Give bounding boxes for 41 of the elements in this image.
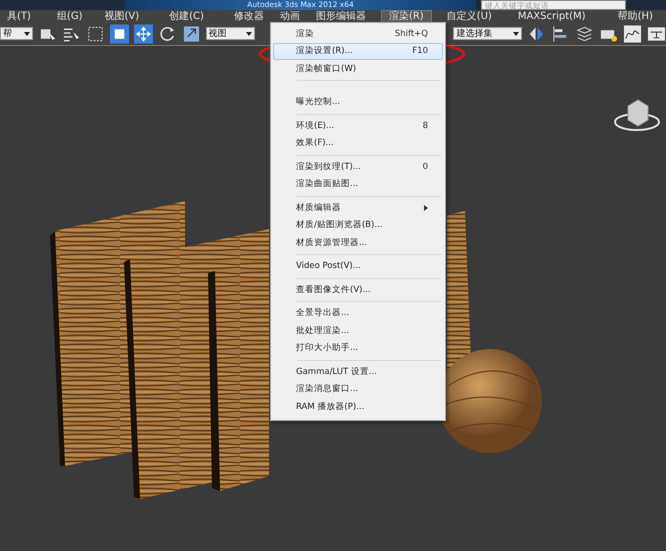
menu-item[interactable]: 具(T) — [0, 10, 38, 22]
dropdown-arrow-icon — [24, 32, 30, 36]
menu-item[interactable]: 材质编辑器 — [273, 199, 443, 216]
menu-item[interactable]: 创建(C) — [162, 10, 211, 22]
menu-item[interactable]: 渲染消息窗口... — [273, 380, 443, 398]
window-crossing-icon[interactable] — [110, 24, 129, 44]
menu-item[interactable]: Video Post(V)... — [273, 258, 443, 275]
menu-item[interactable]: 帮助(H) — [610, 10, 660, 22]
menu-item[interactable]: 组(G) — [50, 10, 90, 22]
layer-dropdown[interactable]: 帮 — [0, 27, 33, 40]
menu-item[interactable]: 曝光控制... — [273, 94, 443, 111]
menu-item[interactable]: 查看图像文件(V)... — [273, 281, 443, 298]
scale-icon[interactable] — [182, 24, 201, 44]
menu-item[interactable]: 渲染帧窗口(W) — [273, 60, 443, 78]
menu-item[interactable]: 自定义(U) — [440, 10, 499, 22]
menu-item[interactable]: 渲染曲面贴图... — [273, 176, 443, 193]
dropdown-arrow-icon — [246, 32, 252, 36]
move-icon[interactable] — [134, 24, 153, 44]
dropdown-arrow-icon — [513, 32, 520, 36]
menu-item[interactable]: RAM 播放器(P)... — [273, 398, 443, 416]
menu-item[interactable]: 修改器 — [226, 10, 271, 22]
named-selection-dropdown[interactable]: 建选择集 — [453, 27, 522, 40]
menu-item[interactable]: Gamma/LUT 设置... — [273, 363, 443, 380]
menu-item[interactable]: 渲染 Shift+Q — [273, 25, 443, 42]
menu-item[interactable]: 图形编辑器 — [308, 10, 373, 22]
menu-item[interactable]: 材质/贴图浏览器(B)... — [273, 216, 443, 234]
menu-item[interactable]: 渲染(R) — [380, 10, 432, 22]
menu-item[interactable]: 材质资源管理器... — [273, 234, 443, 252]
curve-editor-icon[interactable] — [623, 24, 642, 44]
menu-item[interactable]: 视图(V) — [97, 10, 146, 22]
viewcube-icon[interactable] — [614, 99, 660, 131]
menu-item[interactable]: 环境(E)... 8 — [273, 117, 443, 134]
menu-item[interactable]: 渲染设置(R)... F10 — [273, 42, 443, 60]
view-dropdown[interactable]: 视图 — [206, 27, 256, 40]
menu-item[interactable]: 打印大小助手... — [273, 340, 443, 357]
menu-item[interactable]: MAXScript(M) — [510, 10, 593, 22]
menu-item[interactable]: 效果(F)... — [273, 134, 443, 152]
menu-item[interactable]: 动画 — [272, 10, 307, 22]
menu-item[interactable]: 全景导出器... — [273, 304, 443, 322]
menu-item[interactable]: 渲染到纹理(T)... 0 — [273, 158, 443, 176]
menu-item[interactable]: 批处理渲染... — [273, 322, 443, 340]
